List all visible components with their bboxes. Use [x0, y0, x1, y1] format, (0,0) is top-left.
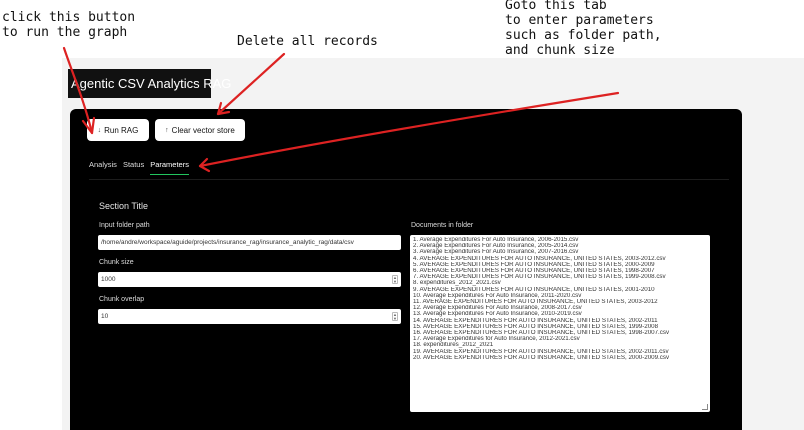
folder-path-label: Input folder path	[99, 222, 150, 229]
tab-analysis[interactable]: Analysis	[89, 160, 117, 175]
document-item: 20. AVERAGE EXPENDITURES FOR AUTO INSURA…	[413, 354, 670, 361]
chunk-size-label: Chunk size	[99, 259, 134, 266]
chunk-overlap-label: Chunk overlap	[99, 296, 145, 303]
tab-divider	[89, 179, 729, 180]
tab-bar: Analysis Status Parameters	[89, 160, 189, 175]
download-arrow-icon: ↓	[97, 126, 102, 134]
clear-vector-store-button[interactable]: ↑ Clear vector store	[155, 119, 245, 141]
section-title: Section Title	[99, 201, 149, 211]
documents-label: Documents in folder	[411, 222, 474, 229]
app-title: Agentic CSV Analytics RAG	[68, 69, 231, 98]
resize-handle-icon[interactable]	[702, 404, 708, 410]
annotation-delete-records: Delete all records	[237, 34, 378, 49]
tab-parameters[interactable]: Parameters	[150, 160, 189, 175]
upload-arrow-icon: ↑	[165, 126, 169, 134]
chunk-size-value: 1000	[101, 276, 116, 283]
tab-status[interactable]: Status	[123, 160, 144, 175]
chunk-size-stepper[interactable]: ▲ ▼	[392, 275, 398, 284]
chunk-size-input[interactable]: 1000 ▲ ▼	[98, 272, 401, 287]
annotation-parameters-tab: Goto this tab to enter parameters such a…	[505, 0, 662, 58]
chunk-overlap-stepper[interactable]: ▲ ▼	[392, 312, 398, 321]
folder-path-input[interactable]: /home/andre/workspace/aguide/projects/in…	[98, 235, 401, 250]
clear-vector-store-label: Clear vector store	[171, 125, 235, 135]
run-rag-button[interactable]: ↓ Run RAG	[87, 119, 149, 141]
run-rag-label: Run RAG	[104, 125, 139, 135]
documents-textarea[interactable]: 1. Average Expenditures For Auto Insuran…	[410, 235, 710, 412]
annotation-run-graph: click this button to run the graph	[2, 10, 136, 40]
chunk-overlap-input[interactable]: 10 ▲ ▼	[98, 309, 401, 324]
chunk-overlap-value: 10	[101, 313, 109, 320]
